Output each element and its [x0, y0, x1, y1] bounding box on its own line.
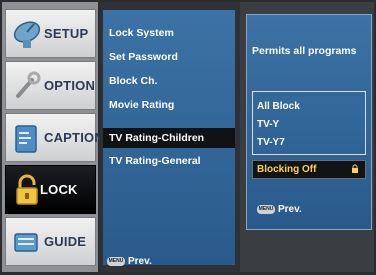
menu-item-tv-rating-general[interactable]: TV Rating-General [109, 152, 201, 170]
prev-label: Prev. [128, 256, 152, 267]
guide-icon [14, 233, 38, 252]
prev-hint: MENU Prev. [257, 204, 302, 215]
menu-item-block-channel[interactable]: Block Ch. [109, 72, 157, 90]
prev-hint: MENU Prev. [107, 256, 152, 267]
caption-icon [15, 125, 37, 153]
menu-item-movie-rating[interactable]: Movie Rating [109, 96, 174, 114]
rating-option-list: All Block TV-Y TV-Y7 [252, 91, 366, 155]
lock-menu-panel: Lock System Set Password Block Ch. Movie… [100, 2, 240, 272]
category-caption[interactable]: CAPTION [5, 113, 104, 162]
category-label: SETUP [44, 26, 89, 41]
padlock-icon [16, 174, 38, 205]
category-label: CAPTION [44, 130, 104, 145]
wrench-icon [16, 71, 41, 98]
menu-item-lock-system[interactable]: Lock System [109, 24, 174, 42]
category-guide[interactable]: GUIDE [5, 217, 96, 266]
option-blocking-off[interactable]: Blocking Off [252, 160, 366, 179]
rating-options-panel: Permits all programs All Block TV-Y TV-Y… [240, 2, 374, 272]
category-label: GUIDE [44, 234, 87, 249]
menu-item-set-password[interactable]: Set Password [109, 48, 178, 66]
category-sidebar: SETUP OPTION CAPTION LOCK GUIDE [2, 2, 104, 272]
prev-label: Prev. [278, 204, 302, 215]
lock-menu-list: Lock System Set Password Block Ch. Movie… [103, 10, 235, 267]
category-label: OPTION [44, 78, 96, 93]
menu-item-tv-rating-children[interactable]: TV Rating-Children [109, 129, 204, 147]
menu-button-icon: MENU [257, 204, 275, 214]
small-lock-icon [352, 164, 358, 173]
menu-button-icon: MENU [107, 256, 125, 266]
option-all-block[interactable]: All Block [257, 98, 300, 115]
category-label: LOCK [40, 182, 78, 197]
tv-menu-frame: SETUP OPTION CAPTION LOCK GUIDE Lock Sys… [0, 0, 376, 275]
rating-options-box: Permits all programs All Block TV-Y TV-Y… [246, 14, 372, 230]
option-description: Permits all programs [252, 45, 357, 57]
option-tv-y7[interactable]: TV-Y7 [257, 134, 285, 151]
satellite-dish-icon [13, 21, 41, 48]
category-lock[interactable]: LOCK [5, 165, 96, 214]
option-tv-y[interactable]: TV-Y [257, 116, 279, 133]
selected-option-label: Blocking Off [257, 164, 317, 175]
category-setup[interactable]: SETUP [5, 9, 96, 58]
category-option[interactable]: OPTION [5, 61, 96, 110]
